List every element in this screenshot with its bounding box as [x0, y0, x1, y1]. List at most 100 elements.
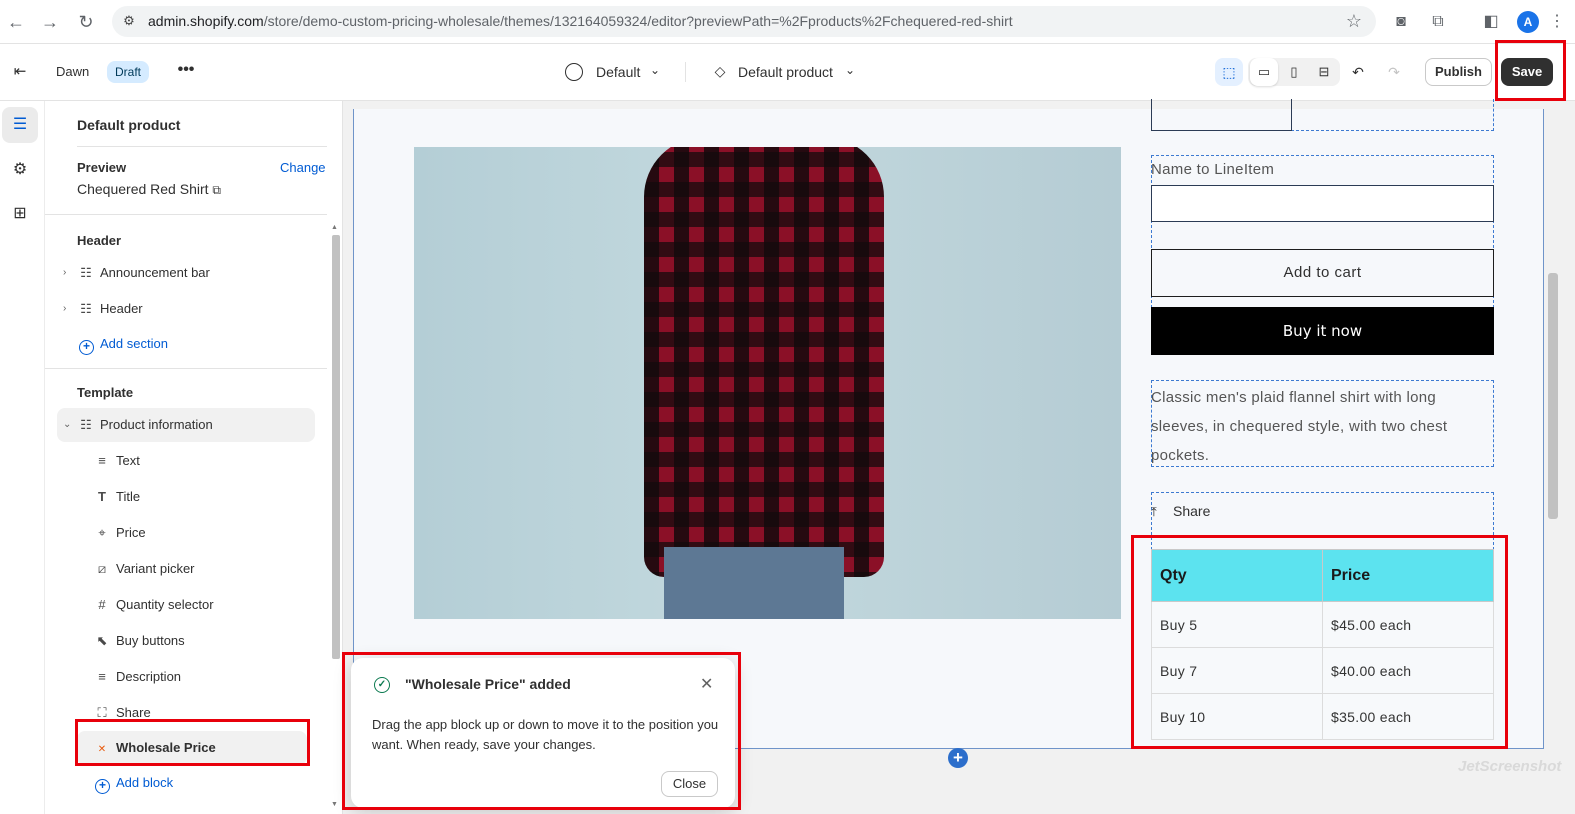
- template-select[interactable]: Default: [596, 64, 640, 80]
- wholesale-price-table: Qty Price Buy 5 $45.00 each Buy 7 $40.00…: [1151, 549, 1494, 740]
- browser-toolbar: ← → ↻ ⚙ admin.shopify.com/store/demo-cus…: [0, 0, 1575, 44]
- block-label: Variant picker: [116, 561, 195, 576]
- chevron-down-icon[interactable]: ⌄: [845, 63, 855, 77]
- save-button[interactable]: Save: [1501, 58, 1553, 86]
- change-link[interactable]: Change: [280, 160, 326, 175]
- preview-product: Chequered Red Shirt ⧉: [77, 181, 221, 198]
- table-header-row: Qty Price: [1151, 549, 1494, 602]
- chevron-right-icon[interactable]: ›: [63, 256, 66, 290]
- buy-it-now-button[interactable]: Buy it now: [1151, 307, 1494, 355]
- preview-scrollbar[interactable]: [1548, 273, 1558, 519]
- block-item-quantity-selector[interactable]: # Quantity selector: [93, 588, 313, 622]
- redo-icon[interactable]: ↷: [1380, 58, 1408, 86]
- add-section-plus-icon[interactable]: +: [948, 748, 968, 768]
- left-rail: ☰ ⚙ ⊞: [0, 101, 45, 814]
- price-tag-icon: ⌖: [98, 525, 106, 540]
- site-info-icon[interactable]: ⚙: [120, 12, 138, 30]
- sidepanel-icon[interactable]: ◧: [1480, 11, 1502, 33]
- settings-gear-icon[interactable]: ⚙: [2, 152, 38, 188]
- table-header-price: Price: [1322, 549, 1494, 602]
- sidebar-scrollbar[interactable]: [332, 235, 340, 659]
- product-select[interactable]: Default product: [738, 64, 833, 80]
- sidebar-item-header[interactable]: › ☷ Header: [63, 292, 317, 326]
- desktop-view-icon[interactable]: ▭: [1250, 58, 1278, 86]
- add-block-label: Add block: [116, 775, 174, 790]
- share-button[interactable]: ⤒ Share: [1151, 503, 1210, 520]
- divider: [77, 146, 327, 147]
- publish-button[interactable]: Publish: [1425, 58, 1492, 86]
- external-link-icon[interactable]: ⧉: [212, 183, 221, 197]
- mobile-view-icon[interactable]: ▯: [1280, 58, 1308, 86]
- table-row: Buy 10 $35.00 each: [1151, 693, 1494, 740]
- block-item-variant-picker[interactable]: ⧄ Variant picker: [93, 552, 313, 586]
- add-section-button[interactable]: + Add section: [79, 327, 319, 361]
- scroll-up-arrow[interactable]: ▲: [331, 224, 338, 231]
- status-badge: Draft: [107, 61, 150, 83]
- sections-icon[interactable]: ☰: [2, 107, 38, 143]
- block-label: Quantity selector: [116, 597, 214, 612]
- block-item-share[interactable]: ⛶ Share: [93, 696, 313, 730]
- close-button[interactable]: Close: [661, 771, 718, 797]
- block-item-buy-buttons[interactable]: ⬉ Buy buttons: [93, 624, 313, 658]
- address-bar[interactable]: ⚙ admin.shopify.com/store/demo-custom-pr…: [112, 6, 1376, 37]
- reload-icon[interactable]: ↻: [74, 10, 98, 34]
- divider: [45, 214, 327, 215]
- share-label: Share: [1173, 503, 1211, 519]
- undo-icon[interactable]: ↶: [1344, 58, 1372, 86]
- watermark: JetScreenshot: [1458, 758, 1562, 775]
- toast-title: "Wholesale Price" added: [405, 676, 571, 692]
- forward-icon[interactable]: →: [38, 10, 62, 34]
- fullwidth-view-icon[interactable]: ⊟: [1310, 58, 1338, 86]
- back-icon[interactable]: ←: [4, 10, 28, 34]
- table-cell-price: $40.00 each: [1322, 647, 1494, 694]
- plus-circle-icon: +: [95, 779, 110, 794]
- close-icon[interactable]: ✕: [700, 674, 713, 694]
- block-item-title[interactable]: T Title: [93, 480, 313, 514]
- chevron-down-icon[interactable]: ⌄: [63, 408, 71, 442]
- menu-dots-icon[interactable]: ⋮: [1546, 11, 1568, 33]
- block-label: Title: [116, 489, 141, 504]
- chevron-right-icon[interactable]: ›: [63, 292, 66, 326]
- profile-avatar[interactable]: A: [1517, 11, 1539, 33]
- lineitem-input[interactable]: [1151, 185, 1494, 222]
- product-image[interactable]: [414, 147, 1121, 619]
- section-icon: ☷: [80, 301, 92, 316]
- inspector-tool-icon[interactable]: ⬚: [1215, 58, 1243, 86]
- extensions-icon[interactable]: ⧉: [1427, 11, 1449, 33]
- block-item-price[interactable]: ⌖ Price: [93, 516, 313, 550]
- table-cell-qty: Buy 7: [1151, 647, 1323, 694]
- upload-share-icon: ⤒: [1151, 504, 1157, 519]
- text-lines-icon: ≡: [98, 453, 106, 468]
- block-item-wholesale-price[interactable]: ✕ Wholesale Price: [77, 731, 307, 765]
- sidebar-item-product-information[interactable]: ⌄ ☷ Product information: [57, 408, 315, 442]
- url-path: /store/demo-custom-pricing-wholesale/the…: [263, 13, 1013, 29]
- block-label: Wholesale Price: [116, 740, 216, 755]
- preview-label: Preview: [77, 160, 127, 175]
- text-lines-icon: ≡: [98, 669, 106, 684]
- add-to-cart-button[interactable]: Add to cart: [1151, 249, 1494, 297]
- bookmark-star-icon[interactable]: ☆: [1346, 11, 1362, 32]
- apps-icon[interactable]: ⊞: [2, 196, 38, 232]
- table-cell-qty: Buy 10: [1151, 693, 1323, 740]
- add-block-button[interactable]: + Add block: [95, 766, 315, 800]
- scroll-down-arrow[interactable]: ▼: [331, 801, 338, 808]
- camera-icon[interactable]: ◙: [1390, 11, 1412, 33]
- theme-name: Dawn: [56, 64, 90, 79]
- block-item-text[interactable]: ≡ Text: [93, 444, 313, 478]
- block-item-description[interactable]: ≡ Description: [93, 660, 313, 694]
- section-icon: ☷: [80, 265, 92, 280]
- sidebar-item-announcement-bar[interactable]: › ☷ Announcement bar: [63, 256, 317, 290]
- viewport-toggle: ▭ ▯ ⊟: [1248, 58, 1340, 86]
- product-description: Classic men's plaid flannel shirt with l…: [1151, 389, 1448, 464]
- more-actions-button[interactable]: •••: [175, 60, 197, 82]
- chevron-down-icon[interactable]: ⌄: [650, 63, 660, 77]
- divider: [685, 62, 686, 82]
- block-label: Price: [116, 525, 146, 540]
- quantity-input[interactable]: [1151, 99, 1292, 131]
- block-label: Text: [116, 453, 140, 468]
- tag-icon: ◇: [714, 63, 726, 79]
- table-row: Buy 7 $40.00 each: [1151, 647, 1494, 694]
- lineitem-field-label: Name to LineItem: [1151, 161, 1275, 178]
- url-text: admin.shopify.com/store/demo-custom-pric…: [148, 13, 1013, 29]
- exit-icon[interactable]: ⇤: [10, 62, 30, 82]
